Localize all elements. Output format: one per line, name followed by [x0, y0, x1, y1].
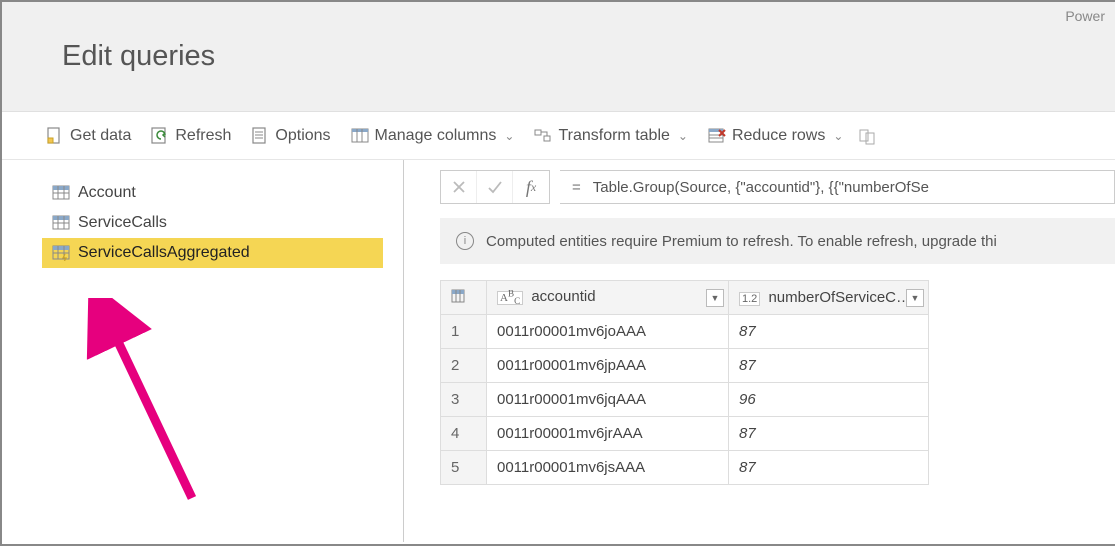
- reduce-rows-button[interactable]: Reduce rows ⌄: [700, 123, 851, 149]
- row-index[interactable]: 2: [441, 349, 487, 383]
- table-corner[interactable]: [441, 281, 487, 315]
- options-icon: [251, 127, 269, 145]
- formula-equals: =: [572, 179, 581, 196]
- reduce-rows-icon: [708, 127, 726, 145]
- header-bar: Edit queries Power: [2, 2, 1115, 112]
- reduce-rows-label: Reduce rows: [732, 127, 825, 145]
- formula-text: Table.Group(Source, {"accountid"}, {{"nu…: [593, 179, 929, 196]
- get-data-button[interactable]: Get data: [38, 123, 139, 149]
- table-icon: [52, 215, 70, 231]
- get-data-icon: [46, 127, 64, 145]
- column-name: accountid: [531, 288, 595, 305]
- query-item-account[interactable]: Account: [42, 178, 383, 208]
- table-icon: [52, 185, 70, 201]
- cell-number[interactable]: 87: [729, 417, 929, 451]
- formula-bar-row: fx = Table.Group(Source, {"accountid"}, …: [440, 170, 1115, 204]
- cell-accountid[interactable]: 0011r00001mv6joAAA: [487, 315, 729, 349]
- table-row[interactable]: 30011r00001mv6jqAAA96: [441, 383, 929, 417]
- row-index[interactable]: 3: [441, 383, 487, 417]
- fx-icon[interactable]: fx: [513, 171, 549, 203]
- row-index[interactable]: 5: [441, 451, 487, 485]
- cell-number[interactable]: 87: [729, 451, 929, 485]
- chevron-down-icon: ⌄: [833, 129, 843, 143]
- toolbar: Get data Refresh Options Manage columns …: [2, 112, 1115, 160]
- query-label: ServiceCalls: [78, 214, 167, 232]
- transform-table-button[interactable]: Transform table ⌄: [526, 123, 696, 149]
- formula-controls: fx: [440, 170, 550, 204]
- chevron-down-icon: ⌄: [678, 129, 688, 143]
- info-banner-text: Computed entities require Premium to ref…: [486, 233, 997, 250]
- table-row[interactable]: 20011r00001mv6jpAAA87: [441, 349, 929, 383]
- premium-info-banner: i Computed entities require Premium to r…: [440, 218, 1115, 264]
- table-row[interactable]: 10011r00001mv6joAAA87: [441, 315, 929, 349]
- manage-columns-button[interactable]: Manage columns ⌄: [343, 123, 523, 149]
- info-icon: i: [456, 232, 474, 250]
- query-label: ServiceCallsAggregated: [78, 244, 250, 262]
- type-badge-decimal: 1.2: [739, 292, 760, 306]
- queries-pane: Account ServiceCalls ServiceCallsAggregate…: [2, 160, 404, 542]
- refresh-label: Refresh: [175, 127, 231, 145]
- cell-accountid[interactable]: 0011r00001mv6jpAAA: [487, 349, 729, 383]
- type-badge-text: ABC: [497, 291, 523, 305]
- table-row[interactable]: 40011r00001mv6jrAAA87: [441, 417, 929, 451]
- formula-accept-button[interactable]: [477, 171, 513, 203]
- formula-cancel-button[interactable]: [441, 171, 477, 203]
- row-index[interactable]: 4: [441, 417, 487, 451]
- table-icon: [52, 245, 70, 261]
- table-row[interactable]: 50011r00001mv6jsAAA87: [441, 451, 929, 485]
- transform-icon: [534, 127, 552, 145]
- refresh-button[interactable]: Refresh: [143, 123, 239, 149]
- cell-accountid[interactable]: 0011r00001mv6jrAAA: [487, 417, 729, 451]
- options-button[interactable]: Options: [243, 123, 338, 149]
- page-title: Edit queries: [62, 40, 215, 73]
- query-label: Account: [78, 184, 136, 202]
- main-pane: fx = Table.Group(Source, {"accountid"}, …: [404, 160, 1115, 542]
- options-label: Options: [275, 127, 330, 145]
- more-button[interactable]: [855, 123, 885, 149]
- cell-number[interactable]: 87: [729, 349, 929, 383]
- refresh-icon: [151, 127, 169, 145]
- column-header-number[interactable]: 1.2 numberOfServiceC… ▼: [729, 281, 929, 315]
- column-filter-button[interactable]: ▼: [706, 289, 724, 307]
- cell-accountid[interactable]: 0011r00001mv6jqAAA: [487, 383, 729, 417]
- more-icon: [859, 127, 877, 145]
- query-item-servicecalls[interactable]: ServiceCalls: [42, 208, 383, 238]
- column-filter-button[interactable]: ▼: [906, 289, 924, 307]
- manage-columns-label: Manage columns: [375, 127, 497, 145]
- cell-number[interactable]: 87: [729, 315, 929, 349]
- cell-accountid[interactable]: 0011r00001mv6jsAAA: [487, 451, 729, 485]
- transform-table-label: Transform table: [558, 127, 669, 145]
- query-item-servicecallsaggregated[interactable]: ServiceCallsAggregated: [42, 238, 383, 268]
- get-data-label: Get data: [70, 127, 131, 145]
- column-name: numberOfServiceC…: [768, 289, 911, 306]
- row-index[interactable]: 1: [441, 315, 487, 349]
- cell-number[interactable]: 96: [729, 383, 929, 417]
- data-preview-table: ABC accountid ▼ 1.2 numberOfServiceC… ▼ …: [440, 280, 929, 485]
- column-header-accountid[interactable]: ABC accountid ▼: [487, 281, 729, 315]
- chevron-down-icon: ⌄: [504, 129, 514, 143]
- formula-bar[interactable]: = Table.Group(Source, {"accountid"}, {{"…: [560, 170, 1115, 204]
- app-brand-label: Power: [1065, 8, 1105, 24]
- table-columns-icon: [351, 127, 369, 145]
